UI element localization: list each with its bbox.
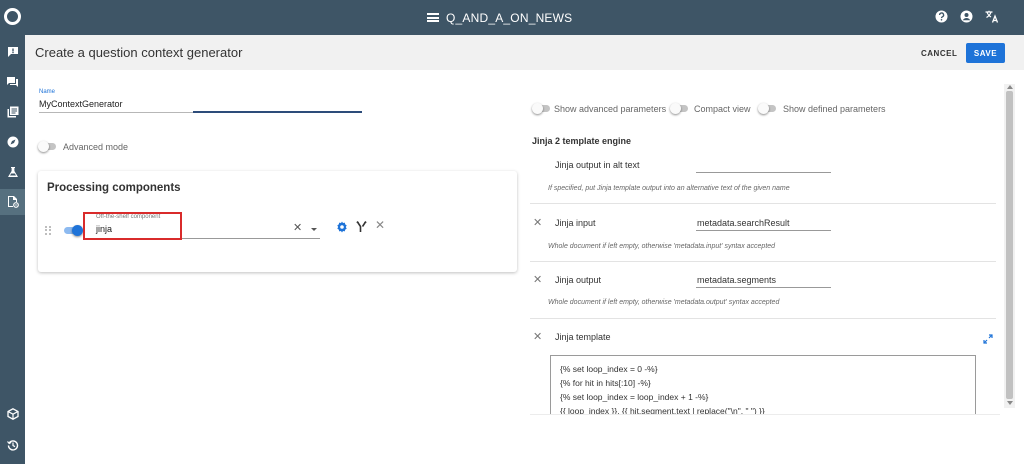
alt-text-input[interactable] [697, 160, 830, 171]
app-logo-icon[interactable] [4, 8, 21, 25]
nav-lab-icon[interactable] [5, 164, 20, 179]
compact-view-toggle[interactable] [670, 103, 690, 114]
separator [530, 318, 996, 319]
drag-handle-icon[interactable] [45, 226, 51, 235]
show-defined-toggle[interactable] [758, 103, 778, 114]
fork-icon[interactable] [356, 220, 367, 238]
alt-text-underline [696, 172, 831, 173]
translate-icon[interactable] [985, 10, 999, 28]
jinja-output-label: Jinja output [555, 275, 602, 285]
scroll-up-icon[interactable] [1007, 85, 1013, 89]
page-title: Create a question context generator [35, 45, 243, 60]
top-bar: Q_AND_A_ON_NEWS [25, 0, 1024, 35]
nav-explore-icon[interactable] [5, 134, 20, 149]
jinja-input-label: Jinja input [555, 218, 596, 228]
clear-icon[interactable]: ✕ [293, 221, 302, 234]
jinja-output-field[interactable]: metadata.segments [697, 275, 776, 285]
project-name: Q_AND_A_ON_NEWS [446, 10, 573, 25]
gear-icon[interactable] [336, 220, 348, 238]
highlight-box [83, 212, 182, 240]
jinja-template-editor[interactable]: {% set loop_index = 0 -%} {% for hit in … [550, 355, 976, 415]
separator [530, 261, 996, 262]
remove-template-icon[interactable]: ✕ [533, 330, 542, 343]
template-line: {% set loop_index = 0 -%} [560, 364, 658, 374]
remove-input-icon[interactable]: ✕ [533, 216, 542, 229]
component-enabled-toggle[interactable] [62, 225, 83, 236]
jinja-output-underline [696, 287, 831, 288]
alt-text-label: Jinja output in alt text [555, 160, 640, 170]
template-line: {% for hit in hits[:10] -%} [560, 378, 651, 388]
jinja-template-label: Jinja template [555, 332, 611, 342]
scrollbar-thumb[interactable] [1006, 91, 1013, 399]
account-icon[interactable] [960, 10, 973, 28]
scroll-down-icon[interactable] [1007, 401, 1013, 405]
cancel-button[interactable]: CANCEL [915, 44, 963, 62]
advanced-mode-label: Advanced mode [63, 142, 129, 152]
name-input[interactable] [39, 97, 361, 111]
alt-text-help: If specified, put Jinja template output … [548, 185, 790, 192]
jinja-input-field[interactable]: metadata.searchResult [697, 218, 790, 228]
remove-output-icon[interactable]: ✕ [533, 273, 542, 286]
processing-components-title: Processing components [47, 182, 181, 194]
separator [530, 203, 996, 204]
show-advanced-label: Show advanced parameters [554, 104, 667, 114]
nav-document-settings-icon[interactable] [5, 194, 20, 209]
nav-cube-icon[interactable] [5, 406, 20, 421]
save-button[interactable]: SAVE [966, 43, 1005, 63]
separator [530, 414, 1000, 415]
advanced-mode-toggle[interactable] [38, 141, 58, 152]
remove-component-icon[interactable]: ✕ [375, 218, 385, 232]
show-defined-label: Show defined parameters [783, 104, 886, 114]
template-line: {% set loop_index = loop_index + 1 -%} [560, 392, 709, 402]
engine-title: Jinja 2 template engine [532, 136, 632, 146]
name-field-label: Name [39, 89, 56, 95]
processing-components-card: Processing components Off-the-shelf comp… [38, 171, 517, 272]
page-header: Create a question context generator CANC… [25, 35, 1024, 70]
dropdown-arrow-icon[interactable] [311, 228, 317, 231]
jinja-input-help: Whole document if left empty, otherwise … [548, 243, 776, 250]
help-icon[interactable] [935, 10, 948, 28]
nav-history-icon[interactable] [5, 437, 20, 452]
jinja-input-underline [696, 230, 831, 231]
nav-rail [0, 0, 25, 464]
compact-view-label: Compact view [694, 104, 751, 114]
name-input-focus-line [193, 111, 362, 113]
nav-chat-icon[interactable] [5, 44, 20, 59]
expand-icon[interactable] [983, 331, 993, 349]
nav-library-icon[interactable] [5, 104, 20, 119]
menu-icon[interactable] [427, 13, 439, 22]
nav-forum-icon[interactable] [5, 74, 20, 89]
jinja-output-help: Whole document if left empty, otherwise … [548, 299, 780, 306]
project-switcher[interactable]: Q_AND_A_ON_NEWS [427, 0, 572, 35]
show-advanced-toggle[interactable] [532, 103, 552, 114]
